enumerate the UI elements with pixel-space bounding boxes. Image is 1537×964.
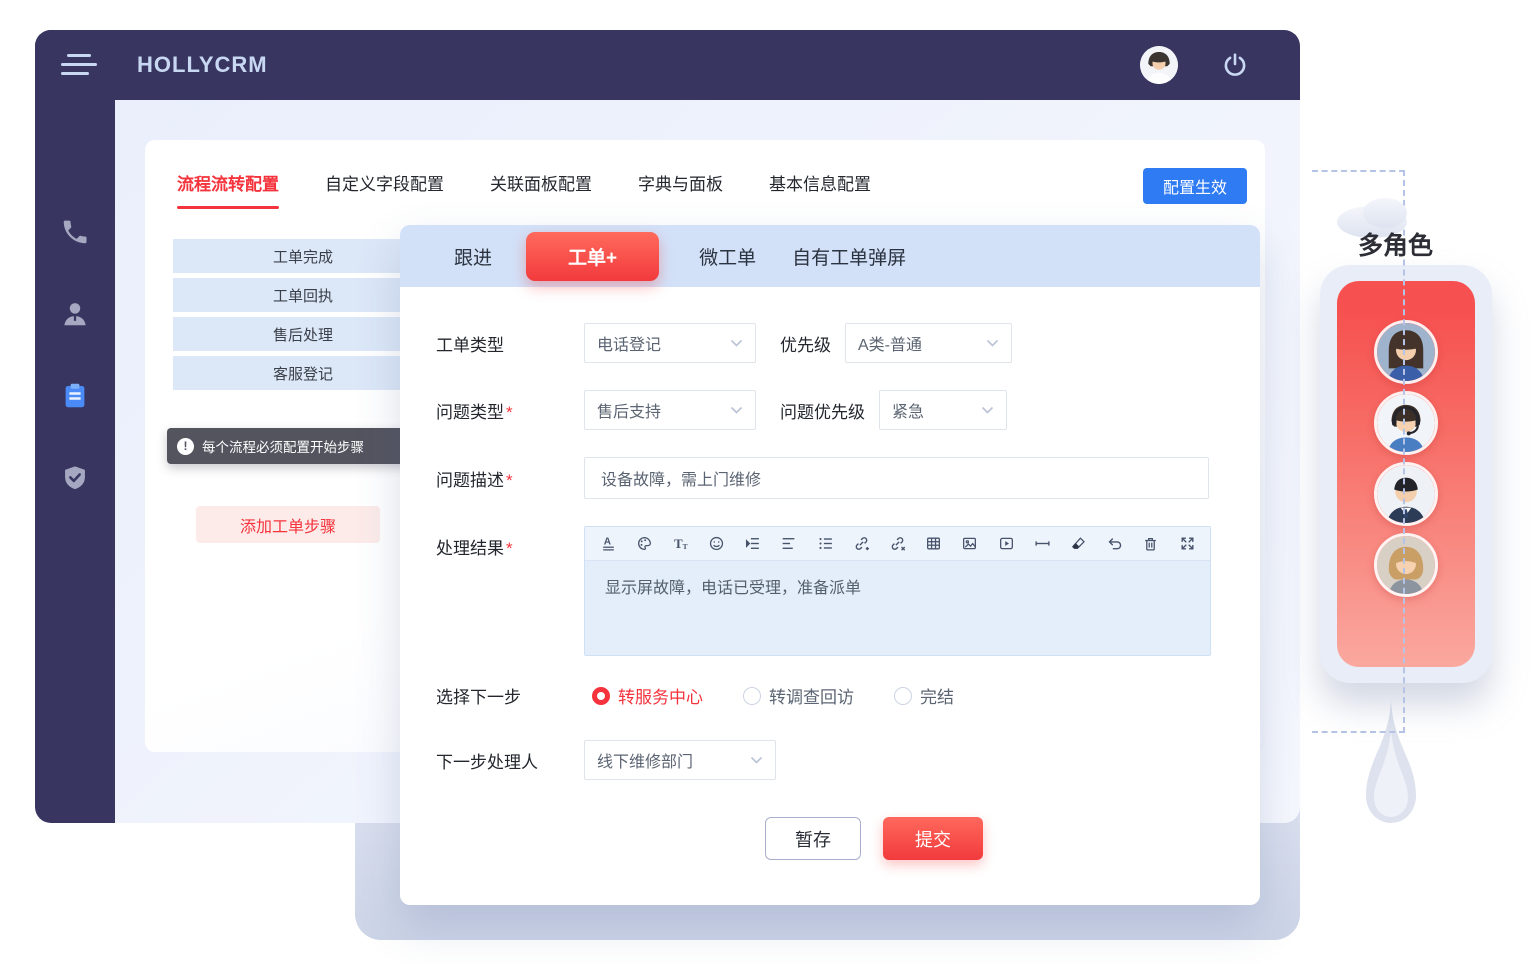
avatar-image <box>1140 46 1178 84</box>
tab-custom-field-config[interactable]: 自定义字段配置 <box>325 170 444 209</box>
result-textarea[interactable]: 显示屏故障，电话已受理，准备派单 <box>585 561 1210 655</box>
ticket-type-label: 工单类型 <box>436 331 584 356</box>
radio-icon <box>743 687 761 705</box>
link-add-icon[interactable] <box>851 534 871 554</box>
svg-text:A: A <box>603 537 611 548</box>
palette-icon[interactable] <box>634 534 654 554</box>
config-tabs: 流程流转配置 自定义字段配置 关联面板配置 字典与面板 基本信息配置 <box>145 140 1265 209</box>
table-icon[interactable] <box>924 534 944 554</box>
brand-title: HOLLYCRM <box>137 52 268 78</box>
workflow-tooltip: ! 每个流程必须配置开始步骤 <box>167 428 423 464</box>
divider-icon[interactable] <box>1032 534 1052 554</box>
next-handler-label: 下一步处理人 <box>436 748 584 773</box>
priority-select[interactable]: A类-普通 <box>845 323 1012 363</box>
link-remove-icon[interactable] <box>888 534 908 554</box>
submit-button[interactable]: 提交 <box>883 817 983 860</box>
power-icon[interactable] <box>1222 52 1248 78</box>
editor-toolbar: A TT <box>585 527 1210 561</box>
add-ticket-step-button[interactable]: 添加工单步骤 <box>196 506 380 543</box>
result-label: 处理结果* <box>436 526 584 559</box>
tab-dictionary-panel[interactable]: 字典与面板 <box>638 170 723 209</box>
clipboard-icon[interactable] <box>58 379 92 413</box>
radio-transfer-survey-callback[interactable]: 转调查回访 <box>735 683 854 708</box>
trash-icon[interactable] <box>1141 534 1161 554</box>
radio-label: 转调查回访 <box>769 683 854 708</box>
issue-type-value: 售后支持 <box>597 398 661 422</box>
radio-label: 完结 <box>920 683 954 708</box>
workflow-step-aftersales[interactable]: 售后处理 <box>173 317 433 351</box>
user-icon[interactable] <box>58 297 92 331</box>
workflow-step-complete[interactable]: 工单完成 <box>173 239 433 273</box>
ticket-modal: 跟进 工单+ 微工单 自有工单弹屏 工单类型 电话登记 优先级 A类-普通 问题… <box>400 225 1260 905</box>
radio-transfer-service-center[interactable]: 转服务中心 <box>584 683 703 708</box>
workflow-step-register[interactable]: 客服登记 <box>173 356 433 390</box>
apply-config-button[interactable]: 配置生效 <box>1143 168 1247 204</box>
font-size-icon[interactable]: TT <box>670 534 690 554</box>
issue-desc-input[interactable] <box>584 457 1209 499</box>
radio-icon <box>894 687 912 705</box>
svg-text:T: T <box>683 542 688 551</box>
chevron-down-icon <box>981 406 994 415</box>
eraser-icon[interactable] <box>1068 534 1088 554</box>
ticket-type-select[interactable]: 电话登记 <box>584 323 756 363</box>
save-draft-button[interactable]: 暂存 <box>765 817 861 860</box>
tab-related-panel-config[interactable]: 关联面板配置 <box>490 170 592 209</box>
next-handler-value: 线下维修部门 <box>597 748 693 772</box>
tab-micro-ticket[interactable]: 微工单 <box>699 243 792 270</box>
ticket-type-value: 电话登记 <box>597 331 661 355</box>
issue-desc-label: 问题描述* <box>436 466 584 491</box>
workflow-step-list: 工单完成 工单回执 售后处理 客服登记 <box>173 239 433 390</box>
warning-icon: ! <box>177 438 194 455</box>
screenshot-stage: HOLLYCRM <box>0 0 1537 964</box>
list-icon[interactable] <box>815 534 835 554</box>
workflow-step-receipt[interactable]: 工单回执 <box>173 278 433 312</box>
emoji-icon[interactable] <box>707 534 727 554</box>
align-left-icon[interactable] <box>779 534 799 554</box>
phone-icon[interactable] <box>58 215 92 249</box>
chevron-down-icon <box>730 339 743 348</box>
issue-type-select[interactable]: 售后支持 <box>584 390 756 430</box>
tab-own-ticket-popup[interactable]: 自有工单弹屏 <box>792 243 942 270</box>
multi-role-title: 多角色 <box>1358 226 1433 262</box>
video-icon[interactable] <box>996 534 1016 554</box>
issue-type-label: 问题类型* <box>436 398 584 423</box>
radio-finish[interactable]: 完结 <box>886 683 954 708</box>
priority-value: A类-普通 <box>858 331 922 355</box>
app-header: HOLLYCRM <box>35 30 1300 100</box>
issue-priority-value: 紧急 <box>892 398 924 422</box>
chevron-down-icon <box>750 756 763 765</box>
text-style-icon[interactable]: A <box>598 534 618 554</box>
rich-text-editor: A TT <box>584 526 1211 656</box>
tab-follow-up[interactable]: 跟进 <box>454 243 528 270</box>
fullscreen-icon[interactable] <box>1177 534 1197 554</box>
user-avatar[interactable] <box>1140 46 1178 84</box>
radio-label: 转服务中心 <box>618 683 703 708</box>
indent-icon[interactable] <box>743 534 763 554</box>
shield-check-icon[interactable] <box>58 461 92 495</box>
modal-actions: 暂存 提交 <box>765 817 1260 860</box>
ticket-form: 工单类型 电话登记 优先级 A类-普通 问题类型* 售后支持 问题优先级 <box>400 287 1260 860</box>
ticket-modal-tabs: 跟进 工单+ 微工单 自有工单弹屏 <box>400 225 1260 287</box>
tab-process-flow-config[interactable]: 流程流转配置 <box>177 170 279 209</box>
radio-selected-icon <box>592 687 610 705</box>
app-sidebar <box>35 30 115 823</box>
issue-priority-label: 问题优先级 <box>780 398 865 423</box>
next-step-label: 选择下一步 <box>436 683 584 708</box>
chevron-down-icon <box>730 406 743 415</box>
priority-label: 优先级 <box>780 331 831 356</box>
tooltip-text: 每个流程必须配置开始步骤 <box>202 436 364 456</box>
next-handler-select[interactable]: 线下维修部门 <box>584 740 776 780</box>
tab-ticket-plus[interactable]: 工单+ <box>526 232 659 281</box>
image-icon[interactable] <box>960 534 980 554</box>
undo-icon[interactable] <box>1105 534 1125 554</box>
menu-icon[interactable] <box>61 54 97 76</box>
tab-basic-info-config[interactable]: 基本信息配置 <box>769 170 871 209</box>
issue-priority-select[interactable]: 紧急 <box>879 390 1007 430</box>
chevron-down-icon <box>986 339 999 348</box>
